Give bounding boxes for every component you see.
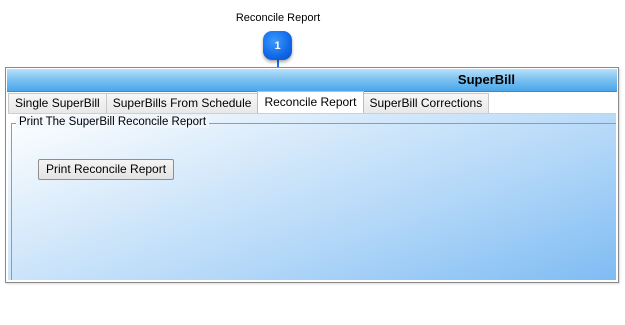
window-titlebar: SuperBill — [7, 69, 617, 92]
callout-number-badge: 1 — [263, 31, 292, 60]
reconcile-report-panel: Print The SuperBill Reconcile Report Pri… — [8, 113, 616, 280]
print-reconcile-report-button[interactable]: Print Reconcile Report — [38, 159, 175, 180]
reconcile-report-groupbox: Print The SuperBill Reconcile Report Pri… — [11, 116, 616, 280]
window-title: SuperBill — [457, 72, 515, 87]
tab-reconcile-report[interactable]: Reconcile Report — [257, 91, 364, 113]
screenshot-stage: Reconcile Report 1 SuperBill Single Supe… — [0, 0, 625, 325]
callout-label: Reconcile Report — [235, 12, 321, 24]
tab-superbills-from-schedule[interactable]: SuperBills From Schedule — [105, 93, 259, 113]
tab-single-superbill[interactable]: Single SuperBill — [8, 93, 107, 113]
superbill-window: SuperBill Single SuperBill SuperBills Fr… — [5, 67, 619, 283]
tab-superbill-corrections[interactable]: SuperBill Corrections — [362, 93, 490, 113]
groupbox-title: Print The SuperBill Reconcile Report — [16, 116, 210, 128]
tab-strip: Single SuperBill SuperBills From Schedul… — [8, 91, 490, 113]
